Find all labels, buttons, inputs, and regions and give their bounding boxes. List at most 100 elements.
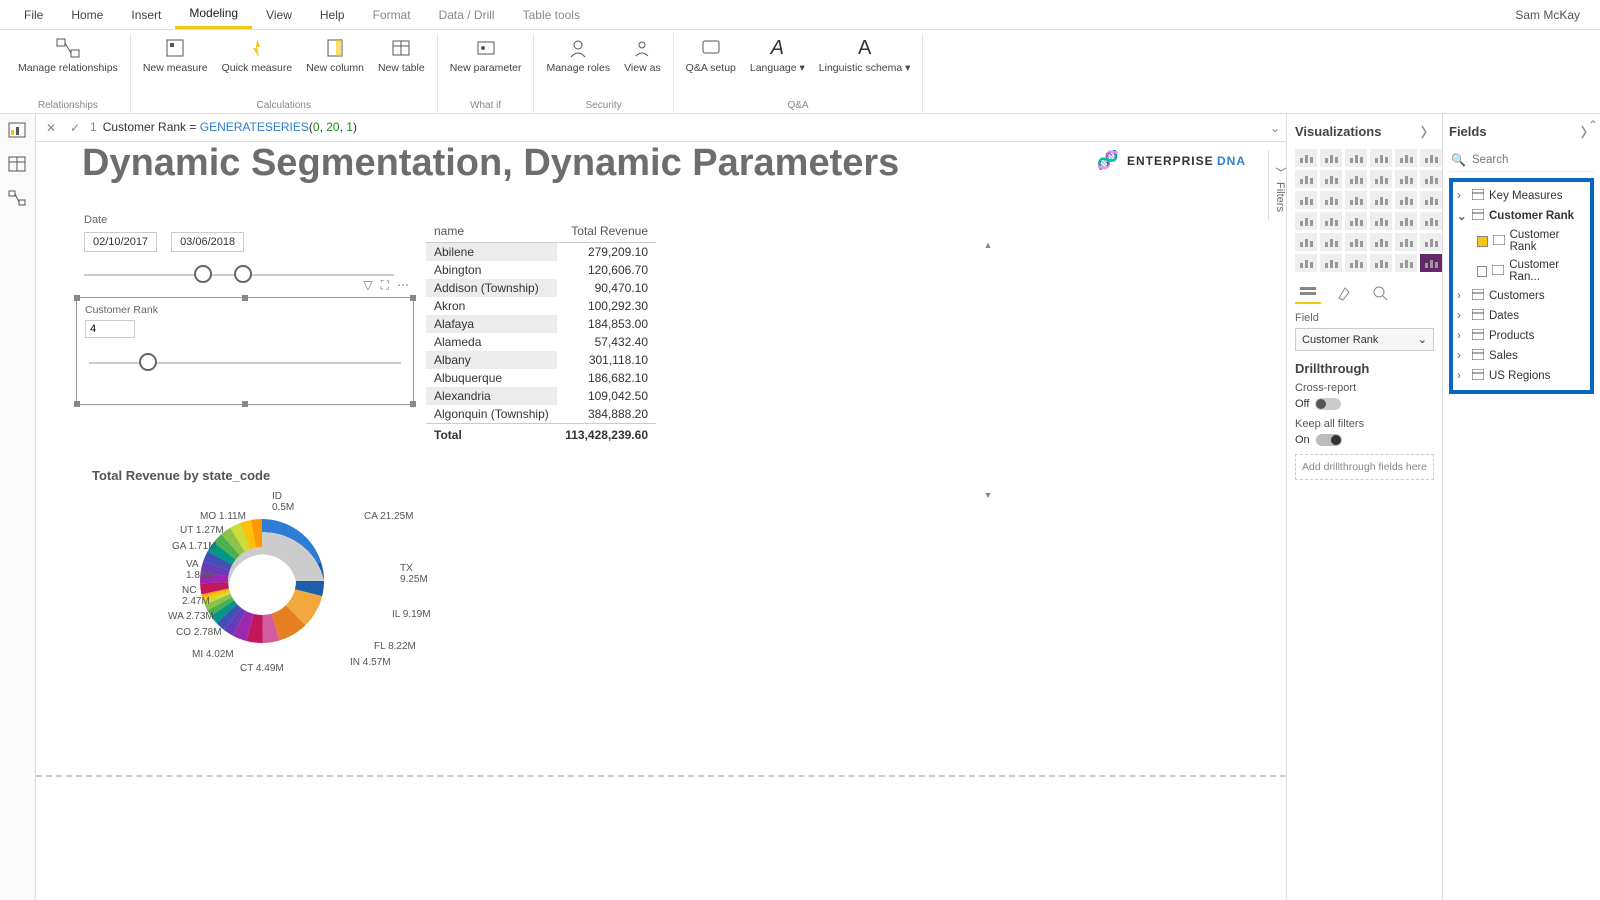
viz-type-9[interactable] <box>1370 170 1392 188</box>
menu-home[interactable]: Home <box>57 2 117 28</box>
field-item[interactable]: Customer Ran... <box>1455 256 1588 286</box>
viz-type-34[interactable] <box>1395 254 1417 272</box>
formula-expand-icon[interactable]: ⌄ <box>1270 121 1280 135</box>
viz-type-6[interactable] <box>1295 170 1317 188</box>
viz-type-30[interactable] <box>1295 254 1317 272</box>
customer-rank-slicer[interactable]: ▽ ⛶ ⋯ Customer Rank <box>76 297 414 405</box>
table-item[interactable]: ›Customers <box>1455 286 1588 306</box>
viz-type-31[interactable] <box>1320 254 1342 272</box>
model-view-icon[interactable] <box>8 190 28 208</box>
table-item[interactable]: ›Products <box>1455 326 1588 346</box>
report-canvas[interactable]: Dynamic Segmentation, Dynamic Parameters… <box>36 142 1286 900</box>
scroll-down-icon[interactable]: ▼ <box>982 490 994 500</box>
menu-view[interactable]: View <box>252 2 306 28</box>
focus-icon[interactable]: ⛶ <box>381 278 389 293</box>
field-item[interactable]: Customer Rank <box>1455 226 1588 256</box>
table-item[interactable]: ›Dates <box>1455 306 1588 326</box>
field-checkbox[interactable] <box>1477 236 1488 247</box>
viz-type-12[interactable] <box>1295 191 1317 209</box>
viz-type-8[interactable] <box>1345 170 1367 188</box>
format-tab-icon[interactable] <box>1331 282 1357 304</box>
viz-type-27[interactable] <box>1370 233 1392 251</box>
rank-thumb[interactable] <box>139 353 157 371</box>
rank-slider[interactable] <box>89 348 401 380</box>
viz-type-20[interactable] <box>1345 212 1367 230</box>
cross-report-toggle[interactable] <box>1315 398 1341 410</box>
viz-type-24[interactable] <box>1295 233 1317 251</box>
report-view-icon[interactable] <box>8 122 28 140</box>
viz-type-1[interactable] <box>1320 149 1342 167</box>
account-name[interactable]: Sam McKay <box>1515 8 1590 22</box>
field-well-value[interactable]: Customer Rank⌄ <box>1295 328 1434 351</box>
date-to[interactable]: 03/06/2018 <box>171 232 244 252</box>
filter-icon[interactable]: ▽ <box>363 278 372 293</box>
drillthrough-dropzone[interactable]: Add drillthrough fields here <box>1295 454 1434 480</box>
viz-type-25[interactable] <box>1320 233 1342 251</box>
new-table-button[interactable]: New table <box>374 34 429 76</box>
table-row[interactable]: Alafaya184,853.00 <box>426 315 656 333</box>
viz-type-23[interactable] <box>1420 212 1442 230</box>
table-row[interactable]: Abilene279,209.10 <box>426 243 656 262</box>
viz-type-11[interactable] <box>1420 170 1442 188</box>
viz-type-2[interactable] <box>1345 149 1367 167</box>
analytics-tab-icon[interactable] <box>1367 282 1393 304</box>
viz-type-28[interactable] <box>1395 233 1417 251</box>
formula-input[interactable]: 1Customer Rank = GENERATESERIES(0, 20, 1… <box>90 120 1264 135</box>
table-row[interactable]: Alexandria109,042.50 <box>426 387 656 405</box>
view-as-button[interactable]: View as <box>620 34 665 76</box>
field-checkbox[interactable] <box>1477 266 1487 277</box>
more-icon[interactable]: ⋯ <box>397 278 409 293</box>
range-thumb-from[interactable] <box>194 265 212 283</box>
revenue-table[interactable]: name Total Revenue Abilene279,209.10Abin… <box>426 220 986 444</box>
manage-roles-button[interactable]: Manage roles <box>542 34 614 76</box>
app-collapse-icon[interactable]: ⌃ <box>1588 118 1598 132</box>
table-row[interactable]: Alameda57,432.40 <box>426 333 656 351</box>
viz-type-14[interactable] <box>1345 191 1367 209</box>
table-row[interactable]: Addison (Township)90,470.10 <box>426 279 656 297</box>
menu-modeling[interactable]: Modeling <box>175 0 252 29</box>
table-row[interactable]: Akron100,292.30 <box>426 297 656 315</box>
menu-data-drill[interactable]: Data / Drill <box>425 2 509 28</box>
viz-type-19[interactable] <box>1320 212 1342 230</box>
viz-type-15[interactable] <box>1370 191 1392 209</box>
pane-collapse-icon[interactable]: 〉 <box>1421 122 1434 141</box>
col-revenue[interactable]: Total Revenue <box>557 220 656 243</box>
table-scrollbar[interactable]: ▲ ▼ <box>982 240 994 500</box>
menu-table-tools[interactable]: Table tools <box>509 2 594 28</box>
range-thumb-to[interactable] <box>234 265 252 283</box>
viz-type-18[interactable] <box>1295 212 1317 230</box>
viz-type-3[interactable] <box>1370 149 1392 167</box>
viz-type-21[interactable] <box>1370 212 1392 230</box>
viz-type-7[interactable] <box>1320 170 1342 188</box>
table-row[interactable]: Albuquerque186,682.10 <box>426 369 656 387</box>
linguistic-schema-button[interactable]: ALinguistic schema ▾ <box>815 34 915 76</box>
filters-pane-tab[interactable]: 〉Filters <box>1268 150 1288 220</box>
date-range-slider[interactable] <box>84 262 394 290</box>
keep-filters-toggle[interactable] <box>1316 434 1342 446</box>
fields-tab-icon[interactable] <box>1295 282 1321 304</box>
manage-relationships-button[interactable]: Manage relationships <box>14 34 122 76</box>
viz-type-17[interactable] <box>1420 191 1442 209</box>
qa-setup-button[interactable]: Q&A setup <box>682 34 740 76</box>
fields-search-input[interactable] <box>1472 154 1600 166</box>
donut-visual[interactable]: Total Revenue by state_code ID0.5MCA 21.… <box>92 468 432 701</box>
quick-measure-button[interactable]: Quick measure <box>218 34 297 76</box>
viz-type-26[interactable] <box>1345 233 1367 251</box>
viz-type-35[interactable] <box>1420 254 1442 272</box>
table-item[interactable]: ›Sales <box>1455 346 1588 366</box>
table-item[interactable]: ⌄Customer Rank <box>1455 206 1588 226</box>
new-parameter-button[interactable]: New parameter <box>446 34 526 76</box>
viz-type-32[interactable] <box>1345 254 1367 272</box>
menu-help[interactable]: Help <box>306 2 359 28</box>
menu-format[interactable]: Format <box>359 2 425 28</box>
table-item[interactable]: ›US Regions <box>1455 366 1588 386</box>
menu-insert[interactable]: Insert <box>117 2 175 28</box>
formula-cancel-icon[interactable]: ✕ <box>42 119 60 137</box>
table-row[interactable]: Algonquin (Township)384,888.20 <box>426 405 656 424</box>
viz-type-4[interactable] <box>1395 149 1417 167</box>
date-from[interactable]: 02/10/2017 <box>84 232 157 252</box>
viz-type-5[interactable] <box>1420 149 1442 167</box>
data-view-icon[interactable] <box>8 156 28 174</box>
table-row[interactable]: Abington120,606.70 <box>426 261 656 279</box>
table-row[interactable]: Albany301,118.10 <box>426 351 656 369</box>
